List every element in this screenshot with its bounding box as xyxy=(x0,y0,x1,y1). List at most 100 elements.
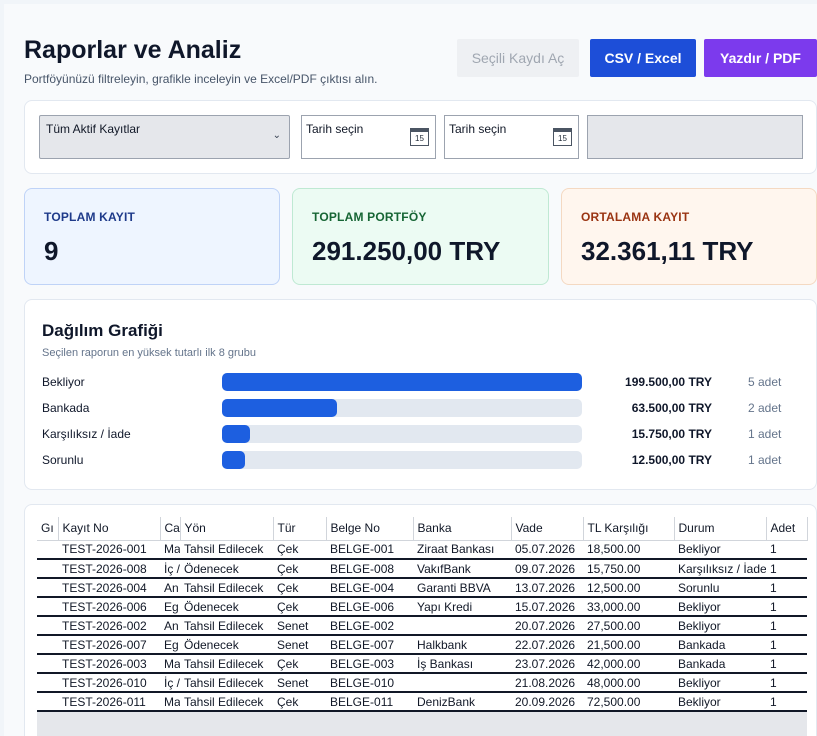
table-cell: Ma xyxy=(160,654,180,674)
table-cell: İş Bankası xyxy=(413,654,511,674)
table-row[interactable]: TEST-2026-004 An Tahsil Edilecek Çek BELGE-0… xyxy=(37,578,807,598)
table-cell: Senet xyxy=(273,635,326,655)
table-cell: Bekliyor xyxy=(674,673,766,693)
table-cell: BELGE-007 xyxy=(326,635,413,655)
column-header[interactable]: Vade xyxy=(511,517,584,541)
distribution-chart-card: Dağılım Grafiği Seçilen raporun en yükse… xyxy=(24,299,817,490)
table-cell: TEST-2026-008 xyxy=(58,559,160,579)
column-header[interactable]: Banka xyxy=(413,517,512,541)
table-cell: Senet xyxy=(273,673,326,693)
records-grid: Gı Kayıt No Ca Yön Tür Belge No Banka Vade TL Ka… xyxy=(37,517,808,736)
table-row[interactable]: TEST-2026-006 Eg Ödenecek Çek BELGE-006 Yapı … xyxy=(37,597,807,617)
table-cell: BELGE-001 xyxy=(326,540,413,560)
table-cell: Tahsil Edilecek xyxy=(180,692,273,712)
table-cell: Senet xyxy=(273,616,326,636)
table-cell: BELGE-003 xyxy=(326,654,413,674)
table-cell: Eg xyxy=(160,597,180,617)
table-cell: TEST-2026-002 xyxy=(58,616,160,636)
table-cell: Tahsil Edilecek xyxy=(180,616,273,636)
table-cell: Garanti BBVA xyxy=(413,578,511,598)
stat-value: 291.250,00 TRY xyxy=(312,236,501,266)
page-subtitle: Portföyünüzü filtreleyin, grafikle incel… xyxy=(24,72,378,86)
table-cell: Eg xyxy=(160,635,180,655)
stat-value: 32.361,11 TRY xyxy=(581,236,754,266)
bar-count-label: 1 adet xyxy=(748,453,782,467)
table-cell: İç / xyxy=(160,559,180,579)
start-date-input[interactable]: Tarih seçin 15 xyxy=(301,115,436,159)
table-cell: Ödenecek xyxy=(180,635,273,655)
table-cell: 1 xyxy=(766,578,807,598)
chart-title: Dağılım Grafiği xyxy=(42,321,163,340)
table-cell: TEST-2026-006 xyxy=(58,597,160,617)
table-cell xyxy=(37,578,58,598)
end-date-input[interactable]: Tarih seçin 15 xyxy=(444,115,579,159)
table-cell: VakıfBank xyxy=(413,559,511,579)
table-cell: Tahsil Edilecek xyxy=(180,673,273,693)
print-pdf-button[interactable]: Yazdır / PDF xyxy=(704,39,817,77)
table-cell: Çek xyxy=(273,578,326,598)
table-cell: Ödenecek xyxy=(180,597,273,617)
table-row[interactable]: TEST-2026-001 Ma Tahsil Edilecek Çek BELGE-0… xyxy=(37,540,807,560)
table-cell xyxy=(413,616,511,636)
table-cell: 21.08.2026 xyxy=(511,673,583,693)
table-row[interactable]: TEST-2026-007 Eg Ödenecek Senet BELGE-007 Hal… xyxy=(37,635,807,655)
search-field[interactable] xyxy=(587,115,803,159)
table-cell: Tahsil Edilecek xyxy=(180,540,273,560)
table-cell: 15,750.00 xyxy=(583,559,674,579)
report-select[interactable]: Tüm Aktif Kayıtlar ⌄ xyxy=(39,115,290,159)
table-cell: Ma xyxy=(160,540,180,560)
table-cell: Çek xyxy=(273,559,326,579)
table-cell xyxy=(37,654,58,674)
table-cell: Bekliyor xyxy=(674,597,766,617)
calendar-icon[interactable]: 15 xyxy=(553,128,572,146)
column-header[interactable]: Ca xyxy=(160,517,181,541)
table-cell: BELGE-010 xyxy=(326,673,413,693)
bar-category-label: Bankada xyxy=(42,401,90,415)
csv-excel-button[interactable]: CSV / Excel xyxy=(590,39,696,77)
table-cell: BELGE-008 xyxy=(326,559,413,579)
column-header[interactable]: Durum xyxy=(674,517,767,541)
open-selected-button[interactable]: Seçili Kaydı Aç xyxy=(457,39,579,77)
calendar-icon[interactable]: 15 xyxy=(410,128,429,146)
bar-amount-label: 12.500,00 TRY xyxy=(631,453,712,467)
column-header[interactable]: Kayıt No xyxy=(58,517,161,541)
column-header[interactable]: Yön xyxy=(180,517,274,541)
table-cell: Bekliyor xyxy=(674,616,766,636)
table-cell: An xyxy=(160,616,180,636)
table-body: TEST-2026-001 Ma Tahsil Edilecek Çek BELGE-0… xyxy=(37,540,807,712)
table-row[interactable]: TEST-2026-011 Ma Tahsil Edilecek Çek BELGE-0… xyxy=(37,692,807,712)
table-row[interactable]: TEST-2026-008 İç / Ödenecek Çek BELGE-008 Vak… xyxy=(37,559,807,579)
table-cell: BELGE-011 xyxy=(326,692,413,712)
bar-track xyxy=(222,399,582,417)
bar-row: Karşılıksız / İade 15.750,00 TRY 1 adet xyxy=(25,425,817,443)
table-cell: Çek xyxy=(273,540,326,560)
bar-count-label: 5 adet xyxy=(748,375,782,389)
chart-subtitle: Seçilen raporun en yüksek tutarlı ilk 8 … xyxy=(42,347,257,359)
bar-count-label: 1 adet xyxy=(748,427,782,441)
bar-row: Bankada 63.500,00 TRY 2 adet xyxy=(25,399,817,417)
table-cell: 22.07.2026 xyxy=(511,635,583,655)
bar-track xyxy=(222,425,582,443)
end-date-placeholder: Tarih seçin xyxy=(449,122,507,136)
page-title: Raporlar ve Analiz xyxy=(24,36,242,64)
bar-track xyxy=(222,451,582,469)
table-cell: Çek xyxy=(273,692,326,712)
table-cell xyxy=(37,540,58,560)
stat-label: ORTALAMA KAYIT xyxy=(581,210,690,224)
column-header[interactable]: Adet xyxy=(766,517,808,541)
column-header[interactable]: Tür xyxy=(273,517,327,541)
table-cell: Ziraat Bankası xyxy=(413,540,511,560)
table-row[interactable]: TEST-2026-003 Ma Tahsil Edilecek Çek BELGE-0… xyxy=(37,654,807,674)
table-cell: Bankada xyxy=(674,635,766,655)
column-header[interactable]: TL Karşılığı xyxy=(583,517,675,541)
table-cell xyxy=(37,559,58,579)
table-cell: Ödenecek xyxy=(180,559,273,579)
column-header[interactable]: Gı xyxy=(37,517,59,541)
table-row[interactable]: TEST-2026-010 İç / Tahsil Edilecek Senet BEL… xyxy=(37,673,807,693)
table-row[interactable]: TEST-2026-002 An Tahsil Edilecek Senet BELGE… xyxy=(37,616,807,636)
records-table: Gı Kayıt No Ca Yön Tür Belge No Banka Vade TL Ka… xyxy=(37,517,808,712)
column-header[interactable]: Belge No xyxy=(326,517,414,541)
chevron-down-icon: ⌄ xyxy=(272,130,281,141)
stat-card-total-records: TOPLAM KAYIT 9 xyxy=(24,188,280,285)
table-cell: 12,500.00 xyxy=(583,578,674,598)
